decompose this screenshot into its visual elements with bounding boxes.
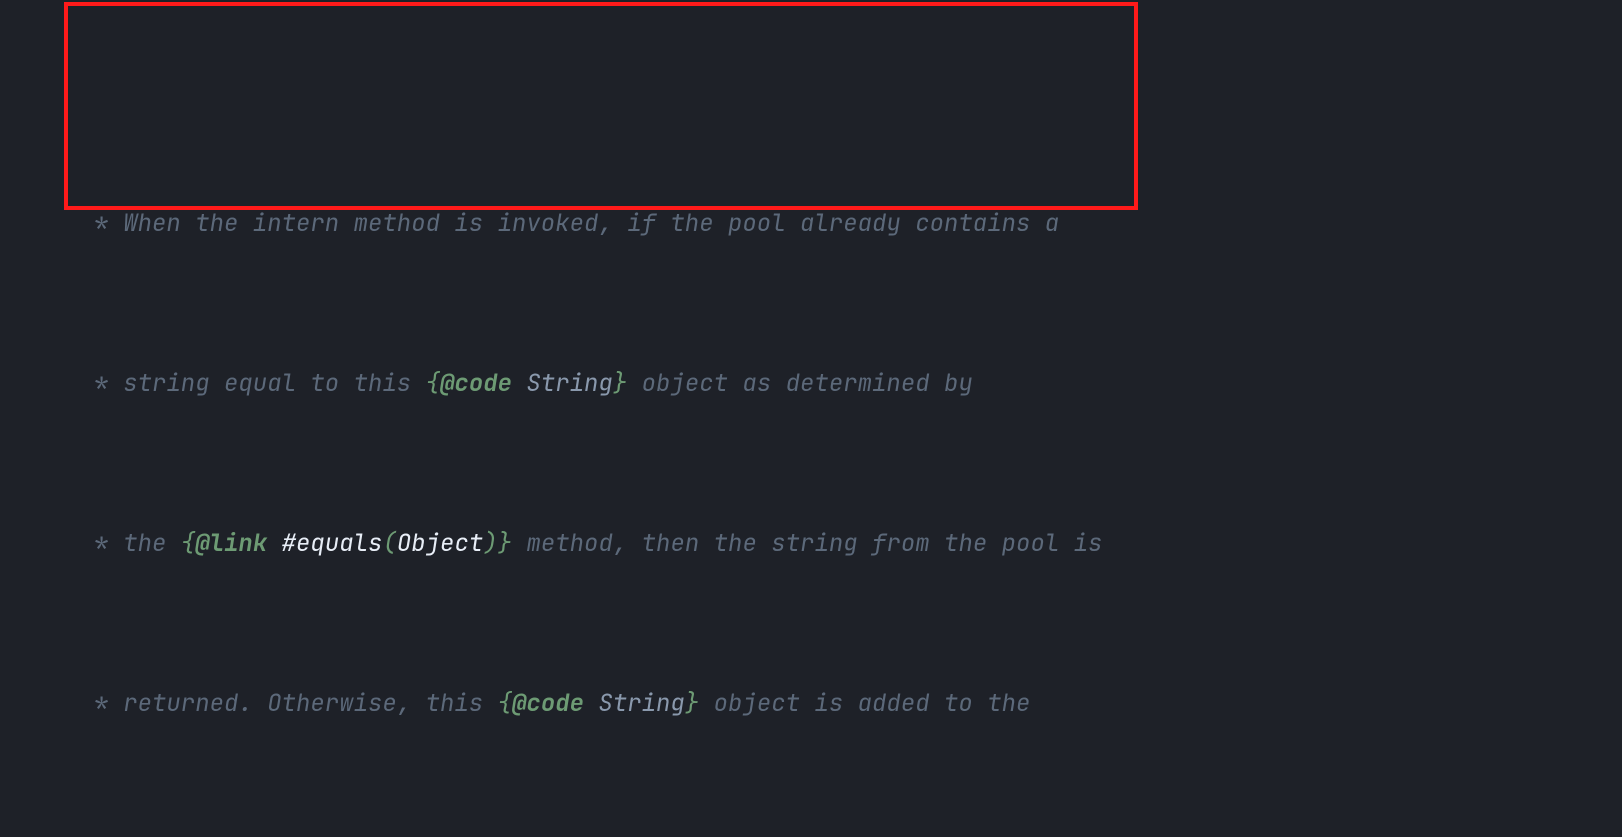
highlight-rectangle <box>64 2 1138 210</box>
code-line: * string equal to this {@code String} ob… <box>0 364 1622 404</box>
code-line: * the {@link #equals(Object)} method, th… <box>0 524 1622 564</box>
code-line: * returned. Otherwise, this {@code Strin… <box>0 684 1622 724</box>
code-line: * When the intern method is invoked, if … <box>0 204 1622 244</box>
code-editor[interactable]: * When the intern method is invoked, if … <box>0 0 1622 837</box>
